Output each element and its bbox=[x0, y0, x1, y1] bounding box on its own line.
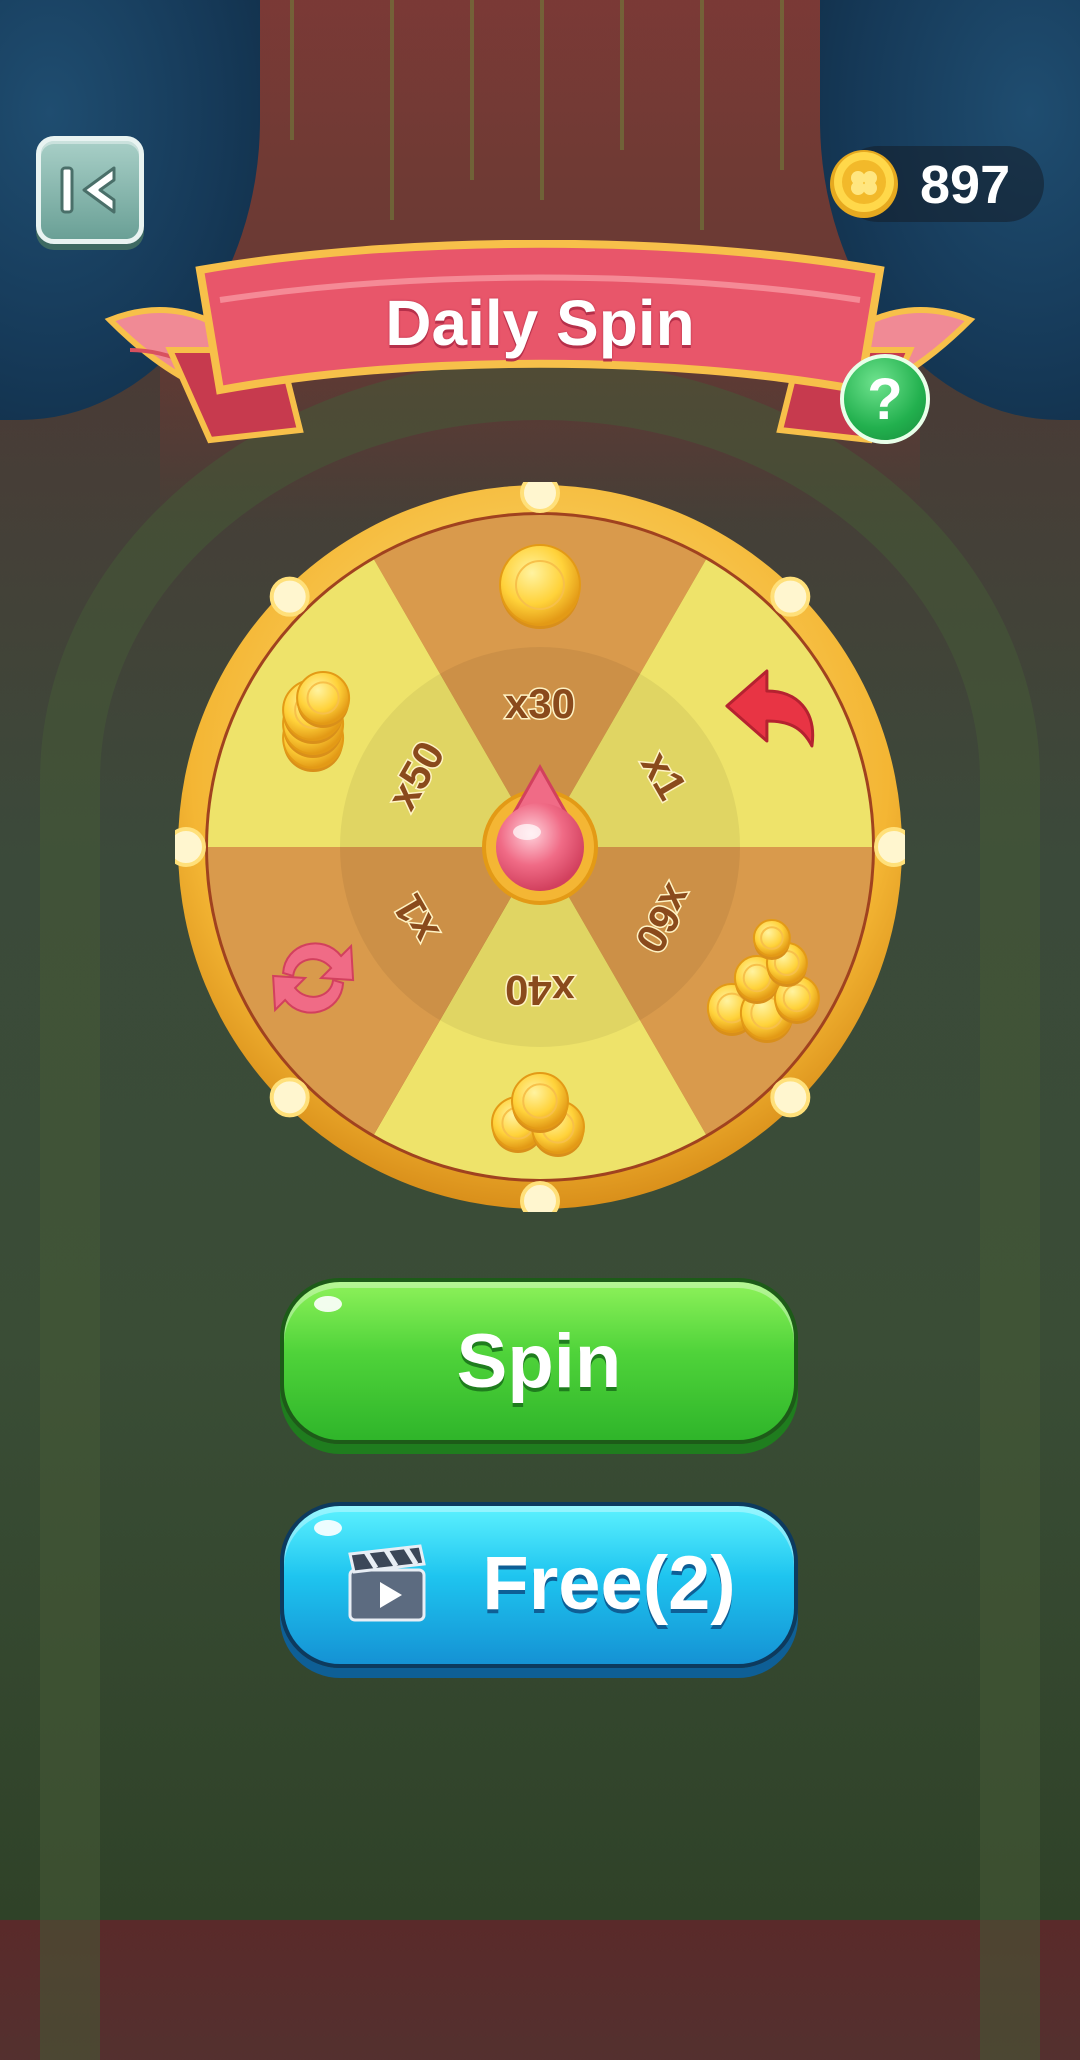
back-to-start-icon bbox=[60, 166, 116, 214]
single-coin-icon bbox=[499, 544, 581, 629]
rim-light bbox=[520, 482, 560, 513]
clover-coin-icon bbox=[830, 150, 898, 218]
vine-decoration bbox=[780, 0, 784, 170]
shine bbox=[314, 1296, 342, 1312]
page-title: Daily Spin bbox=[385, 287, 695, 359]
shine bbox=[314, 1520, 342, 1536]
spin-label: Spin bbox=[456, 1318, 622, 1404]
rim-light bbox=[269, 576, 310, 617]
vine-decoration bbox=[620, 0, 624, 150]
segment-multiplier-label: x40 bbox=[505, 967, 575, 1014]
rim-light bbox=[520, 1181, 560, 1212]
vine-decoration bbox=[470, 0, 474, 180]
rim-light bbox=[175, 827, 206, 867]
segment-multiplier-label: x30 bbox=[505, 680, 575, 727]
rim-light bbox=[874, 827, 905, 867]
rim-light bbox=[770, 1077, 811, 1118]
back-button[interactable] bbox=[36, 136, 144, 244]
vine-decoration bbox=[540, 0, 544, 200]
vine-decoration bbox=[390, 0, 394, 220]
rim-light bbox=[770, 576, 811, 617]
help-button[interactable]: ? bbox=[840, 354, 930, 444]
vine-decoration bbox=[700, 0, 704, 230]
free-spin-video-button[interactable]: Free(2) bbox=[280, 1502, 798, 1668]
clapperboard-video-icon bbox=[348, 1544, 426, 1622]
free-label: Free(2) bbox=[482, 1541, 736, 1626]
rim-light bbox=[269, 1077, 310, 1118]
coin-count: 897 bbox=[920, 155, 1011, 215]
prize-wheel: x30x1x60x40x1x50 bbox=[175, 482, 905, 1212]
spin-button[interactable]: Spin bbox=[280, 1278, 798, 1444]
vine-decoration bbox=[290, 0, 294, 140]
